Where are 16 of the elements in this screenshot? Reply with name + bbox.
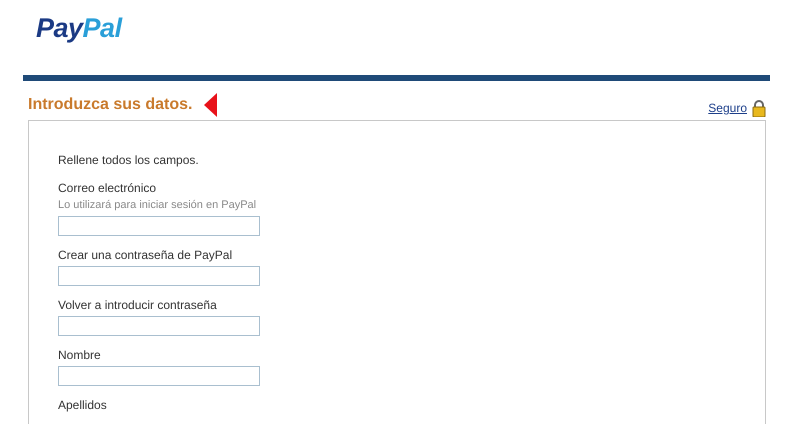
input-field[interactable] — [58, 266, 260, 286]
lock-icon — [752, 100, 766, 116]
field-label: Apellidos — [58, 398, 108, 412]
secure-link[interactable]: Seguro — [708, 99, 747, 117]
input-field[interactable] — [58, 316, 260, 336]
field-label: Crear una contraseña de PayPal — [58, 248, 234, 262]
field-label: Volver a introducir contraseña — [58, 298, 218, 312]
field-hint: Lo utilizará para iniciar sesión en PayPal — [58, 198, 258, 212]
pointer-icon — [204, 93, 218, 117]
input-field[interactable] — [58, 216, 260, 236]
page-heading: Introduzca sus datos. — [28, 95, 192, 115]
instructions: Rellene todos los campos. — [58, 153, 200, 167]
field-label: Nombre — [58, 348, 102, 362]
input-field[interactable] — [58, 366, 260, 386]
logo: PayPal — [36, 12, 122, 45]
field-label: Correo electrónico — [58, 181, 158, 195]
